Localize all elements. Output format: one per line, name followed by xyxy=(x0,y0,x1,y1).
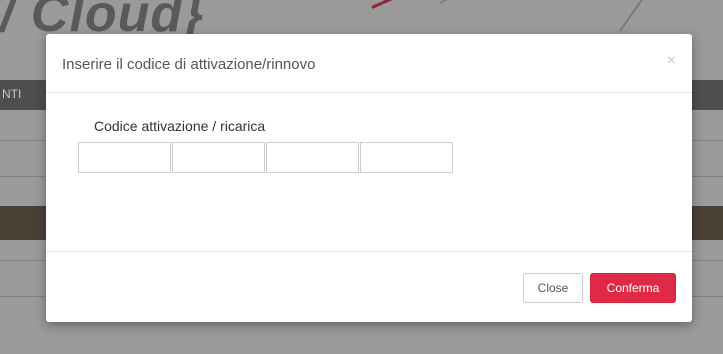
code-segment-1-input[interactable] xyxy=(78,142,171,173)
logo-decoration xyxy=(371,0,483,9)
dialog-footer: Close Conferma xyxy=(46,252,692,322)
logo-decoration xyxy=(439,0,510,4)
activation-code-dialog: Inserire il codice di attivazione/rinnov… xyxy=(46,34,692,322)
code-segment-2-input[interactable] xyxy=(172,142,265,173)
activation-code-inputs xyxy=(78,142,454,173)
confirm-button[interactable]: Conferma xyxy=(590,273,676,303)
dialog-header: Inserire il codice di attivazione/rinnov… xyxy=(46,34,692,93)
code-segment-3-input[interactable] xyxy=(266,142,359,173)
dialog-body: Codice attivazione / ricarica xyxy=(46,93,692,252)
code-segment-4-input[interactable] xyxy=(360,142,453,173)
close-icon[interactable]: × xyxy=(667,52,676,70)
dialog-title: Inserire il codice di attivazione/rinnov… xyxy=(62,56,316,73)
close-button[interactable]: Close xyxy=(523,273,583,303)
logo-decoration xyxy=(619,0,644,32)
background-nav-label: NTI xyxy=(2,87,22,101)
activation-code-label: Codice attivazione / ricarica xyxy=(94,118,266,134)
